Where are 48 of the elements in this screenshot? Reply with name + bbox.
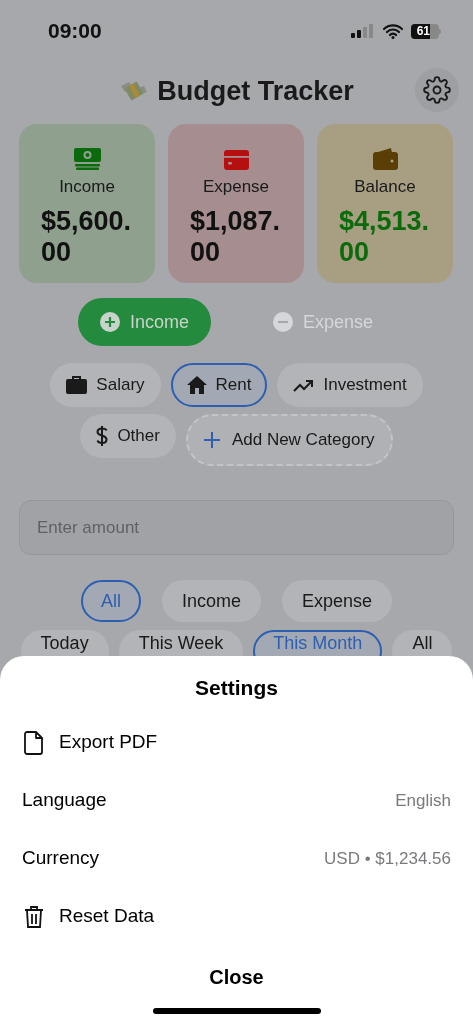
- signal-icon: [351, 24, 375, 38]
- wifi-icon: [383, 23, 403, 39]
- row-label: Currency: [22, 846, 100, 871]
- house-icon: [186, 376, 207, 394]
- settings-button[interactable]: [415, 68, 459, 112]
- card-label: Income: [59, 176, 115, 198]
- row-value: English: [395, 789, 451, 812]
- plus-icon: [203, 432, 220, 448]
- filter-chip[interactable]: Today: [20, 630, 109, 656]
- filter-chip[interactable]: Expense: [282, 580, 393, 622]
- category-chip[interactable]: Rent: [170, 363, 268, 407]
- sheet-title: Settings: [195, 675, 278, 701]
- briefcase-icon: [66, 376, 88, 394]
- plus-circle-icon: [99, 312, 120, 332]
- row-label: Language: [22, 788, 107, 813]
- row-label: Reset Data: [59, 904, 155, 929]
- card-amount: $1,087.00: [190, 205, 282, 268]
- banknote-icon: [73, 148, 101, 170]
- category-chip[interactable]: Other: [80, 414, 176, 458]
- close-button[interactable]: Close: [199, 953, 274, 1000]
- minus-circle-icon: [273, 312, 293, 332]
- filter-chip[interactable]: All: [392, 630, 453, 656]
- settings-row[interactable]: Language English: [0, 771, 473, 830]
- wallet-icon: [372, 148, 398, 170]
- add-category-button[interactable]: Add New Category: [185, 414, 393, 466]
- amount-field[interactable]: Enter amount: [19, 500, 454, 555]
- trend-line-icon: [293, 378, 315, 392]
- battery-level: 61: [416, 25, 430, 37]
- card-amount: $5,600.00: [41, 205, 133, 268]
- card-label: Expense: [202, 176, 270, 198]
- category-chip[interactable]: Investment: [277, 363, 423, 407]
- filter-chip[interactable]: Income: [161, 580, 261, 622]
- card-label: Balance: [354, 176, 416, 198]
- status-time: 09:00: [48, 18, 102, 45]
- dollar-sign-icon: [96, 425, 109, 447]
- settings-row[interactable]: Currency USD • $1,234.56: [0, 829, 473, 888]
- trash-icon: [24, 904, 44, 929]
- settings-icon: [423, 76, 451, 104]
- row-label: Export PDF: [59, 730, 158, 755]
- credit-card-icon: [223, 150, 249, 170]
- app-title: Budget Tracker: [157, 74, 354, 108]
- row-value: USD • $1,234.56: [324, 847, 451, 870]
- filter-chip[interactable]: This Week: [118, 630, 244, 656]
- card-amount: $4,513.00: [339, 205, 431, 268]
- settings-row[interactable]: Reset Data: [0, 887, 473, 946]
- category-chip[interactable]: Salary: [50, 363, 161, 407]
- document-icon: [24, 730, 44, 755]
- settings-row[interactable]: Export PDF: [0, 713, 473, 772]
